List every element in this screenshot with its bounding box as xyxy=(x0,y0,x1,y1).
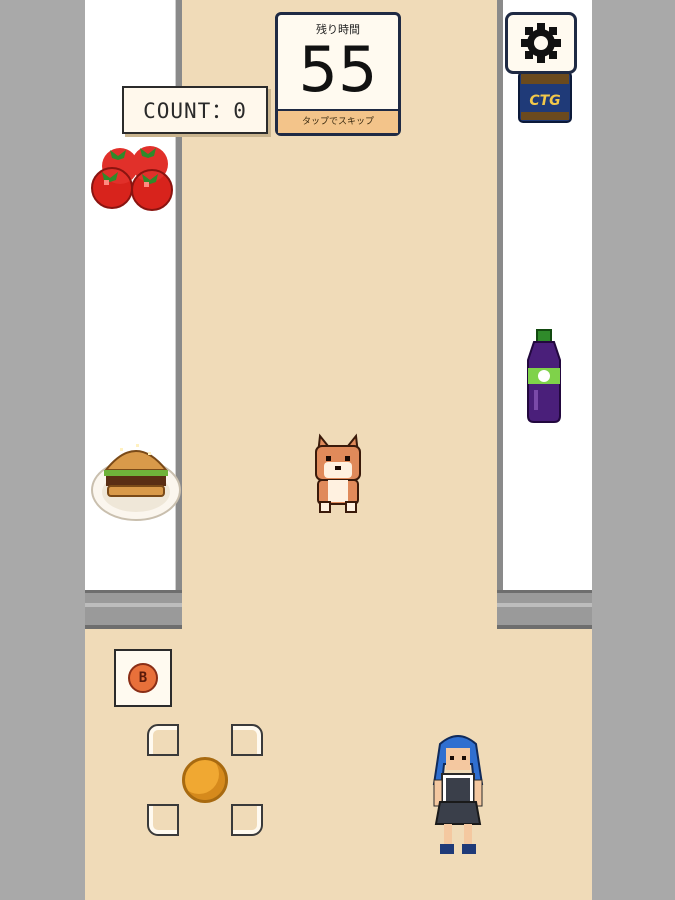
joystick-frame-bottom-left xyxy=(147,804,179,836)
gear-icon xyxy=(521,23,561,63)
shiba-dog-character xyxy=(315,433,361,513)
count-text: COUNT：0 xyxy=(143,99,247,123)
tap-to-skip-hint: タップでスキップ xyxy=(278,109,398,133)
canned-coffee-item[interactable]: CTG xyxy=(517,70,573,124)
b-action-button[interactable]: B xyxy=(114,649,172,707)
joystick-frame-top-right xyxy=(231,724,263,756)
right-shelf-base xyxy=(497,590,592,629)
joystick-frame-top-left xyxy=(147,724,179,756)
can-label: CTG xyxy=(529,93,560,109)
b-button-label: B xyxy=(138,670,148,686)
right-shelf-rail xyxy=(497,0,503,628)
timer-value: 55 xyxy=(298,33,378,106)
virtual-joystick[interactable] xyxy=(147,724,263,836)
b-button-coin: B xyxy=(128,663,158,693)
joystick-frame-bottom-right xyxy=(231,804,263,836)
joystick-knob[interactable] xyxy=(182,757,228,803)
burger-item[interactable] xyxy=(90,432,182,524)
grape-soda-bottle-item[interactable] xyxy=(520,328,568,424)
player-girl-character xyxy=(432,735,484,854)
settings-button[interactable] xyxy=(505,12,577,74)
time-remaining-panel[interactable]: 残り時間 55 タップでスキップ xyxy=(275,12,401,136)
left-shelf-base xyxy=(85,590,182,629)
count-display: COUNT：0 xyxy=(122,86,268,134)
tomato-item[interactable] xyxy=(90,138,182,218)
